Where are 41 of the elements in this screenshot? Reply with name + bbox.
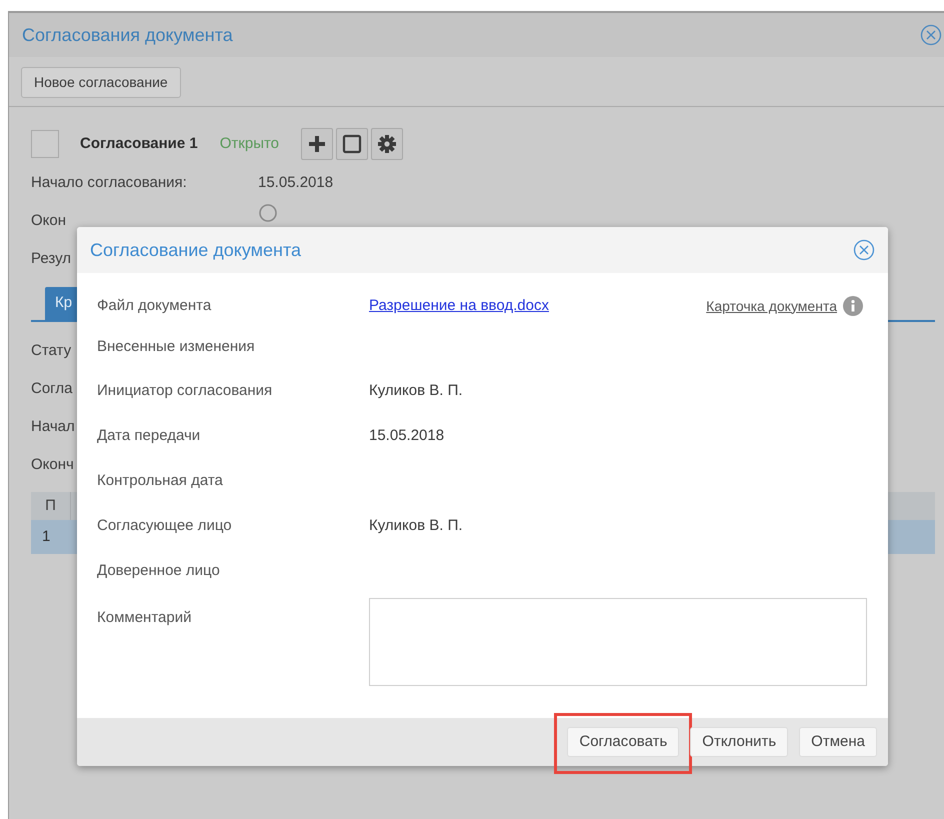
document-card-link[interactable]: Карточка документа xyxy=(706,296,837,316)
gear-icon xyxy=(377,134,398,154)
dialog-button[interactable]: Отмена xyxy=(799,727,877,757)
table-cell-text: 1 xyxy=(41,526,52,547)
field-label: Согла xyxy=(31,378,72,399)
field-label: Контрольная дата xyxy=(97,471,224,492)
plus-icon xyxy=(307,134,328,154)
info-icon[interactable] xyxy=(843,296,863,316)
dialog-button[interactable]: Отклонить xyxy=(690,727,788,757)
field-label: Стату xyxy=(31,340,72,361)
dialog-button[interactable]: Согласовать xyxy=(567,727,680,757)
field-label: Доверенное лицо xyxy=(97,561,221,582)
settings-button[interactable] xyxy=(371,128,404,160)
field-label: Окон xyxy=(31,210,66,231)
field-label: Согласующее лицо xyxy=(97,516,233,536)
field-value: Куликов В. П. xyxy=(369,516,463,536)
field-value: Куликов В. П. xyxy=(369,381,463,402)
field-label: Начал xyxy=(31,416,75,437)
square-icon xyxy=(342,134,362,154)
checkbox[interactable] xyxy=(31,130,59,158)
field-label: Резул xyxy=(31,248,71,269)
field-label: Дата передачи xyxy=(97,426,202,446)
close-icon[interactable] xyxy=(853,239,875,261)
approval-title: Согласование 1 xyxy=(80,134,198,154)
field-label: Внесенные изменения xyxy=(97,336,256,357)
field-value: 15.05.2018 xyxy=(258,172,334,193)
field-label: Комментарий xyxy=(97,608,192,628)
comment-field[interactable] xyxy=(369,598,867,686)
field-label: Инициатор согласования xyxy=(97,381,274,402)
field-label: Оконч xyxy=(31,454,74,475)
window-title: Согласования документа xyxy=(22,24,233,47)
close-icon[interactable] xyxy=(920,24,942,46)
status-label: Открыто xyxy=(220,134,280,154)
field-label: Начало согласования: xyxy=(31,172,188,193)
dialog-title: Согласование документа xyxy=(90,238,302,262)
field-label: Файл документа xyxy=(97,296,212,316)
new-approval-button[interactable]: Новое согласование xyxy=(21,67,181,98)
file-link[interactable]: Разрешение на ввод.docx xyxy=(369,294,549,318)
field-value: 15.05.2018 xyxy=(369,426,444,446)
square-button[interactable] xyxy=(336,128,368,160)
add-button[interactable] xyxy=(301,128,334,160)
